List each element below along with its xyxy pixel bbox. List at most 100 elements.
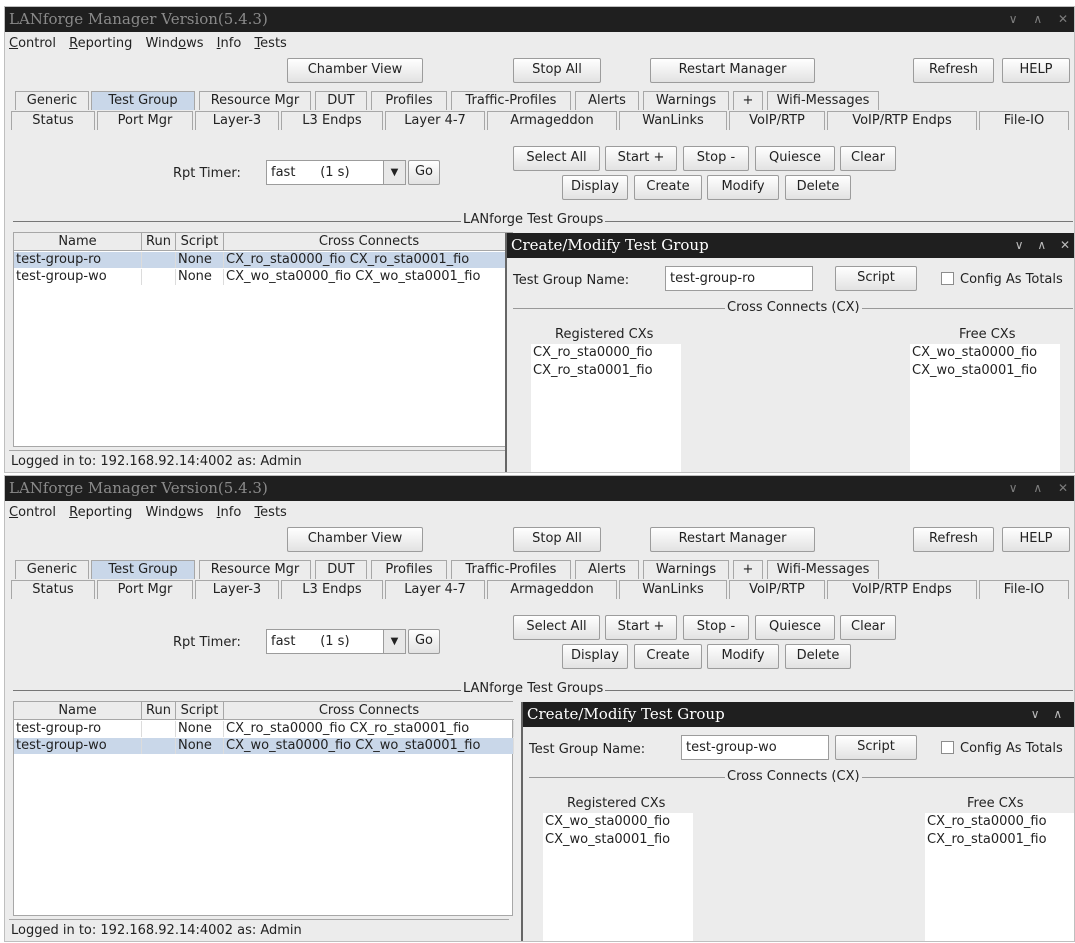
start-button[interactable]: Start + bbox=[605, 615, 677, 640]
display-button[interactable]: Display bbox=[562, 644, 628, 669]
tab-status[interactable]: Status bbox=[11, 580, 95, 599]
menu-windows[interactable]: Windows bbox=[145, 505, 203, 520]
tab-traffic-profiles[interactable]: Traffic-Profiles bbox=[451, 91, 571, 110]
tab-warnings[interactable]: Warnings bbox=[643, 91, 729, 110]
menu-reporting[interactable]: Reporting bbox=[69, 505, 132, 520]
col-header-script[interactable]: Script bbox=[176, 233, 224, 251]
quiesce-button[interactable]: Quiesce bbox=[755, 146, 835, 171]
tab-alerts[interactable]: Alerts bbox=[575, 560, 639, 579]
close-icon[interactable]: ✕ bbox=[1058, 481, 1068, 495]
create-button[interactable]: Create bbox=[634, 644, 702, 669]
tab-profiles[interactable]: Profiles bbox=[371, 560, 447, 579]
modify-button[interactable]: Modify bbox=[707, 175, 779, 200]
list-item[interactable]: CX_ro_sta0000_fio bbox=[531, 344, 681, 362]
maximize-icon[interactable]: ∧ bbox=[1037, 238, 1046, 252]
maximize-icon[interactable]: ∧ bbox=[1053, 707, 1062, 721]
stop-button[interactable]: Stop - bbox=[683, 615, 749, 640]
test-group-name-input[interactable]: test-group-ro bbox=[665, 266, 813, 291]
menu-reporting[interactable]: Reporting bbox=[69, 36, 132, 51]
tab-wanlinks[interactable]: WanLinks bbox=[619, 580, 727, 599]
free-cxs-list[interactable]: CX_ro_sta0000_fio CX_ro_sta0001_fio bbox=[925, 813, 1074, 941]
refresh-button[interactable]: Refresh bbox=[913, 58, 994, 83]
menu-info[interactable]: Info bbox=[217, 505, 242, 520]
list-item[interactable]: CX_ro_sta0001_fio bbox=[531, 362, 681, 380]
tab-layer-4-7[interactable]: Layer 4-7 bbox=[385, 580, 485, 599]
start-button[interactable]: Start + bbox=[605, 146, 677, 171]
script-button[interactable]: Script bbox=[835, 266, 917, 291]
tab-resource-mgr[interactable]: Resource Mgr bbox=[199, 560, 311, 579]
list-item[interactable]: CX_ro_sta0001_fio bbox=[925, 831, 1074, 849]
tab-armageddon[interactable]: Armageddon bbox=[487, 111, 617, 130]
tab-layer-3[interactable]: Layer-3 bbox=[195, 580, 279, 599]
list-item[interactable]: CX_ro_sta0000_fio bbox=[925, 813, 1074, 831]
tab-l3-endps[interactable]: L3 Endps bbox=[281, 111, 383, 130]
menu-info[interactable]: Info bbox=[217, 36, 242, 51]
tab-dut[interactable]: DUT bbox=[315, 560, 367, 579]
clear-button[interactable]: Clear bbox=[840, 615, 896, 640]
tab-voip-rtp-endps[interactable]: VoIP/RTP Endps bbox=[827, 111, 977, 130]
list-item[interactable]: CX_wo_sta0001_fio bbox=[910, 362, 1060, 380]
menu-control[interactable]: Control bbox=[9, 36, 56, 51]
tab-generic[interactable]: Generic bbox=[15, 91, 89, 110]
menu-tests[interactable]: Tests bbox=[254, 505, 286, 520]
close-icon[interactable]: ✕ bbox=[1060, 238, 1070, 252]
clear-button[interactable]: Clear bbox=[840, 146, 896, 171]
refresh-button[interactable]: Refresh bbox=[913, 527, 994, 552]
restart-manager-button[interactable]: Restart Manager bbox=[650, 527, 815, 552]
col-header-cross-connects[interactable]: Cross Connects bbox=[224, 233, 514, 251]
tab-generic[interactable]: Generic bbox=[15, 560, 89, 579]
close-icon[interactable]: ✕ bbox=[1058, 12, 1068, 26]
minimize-icon[interactable]: ∨ bbox=[1031, 707, 1040, 721]
dropdown-arrow-icon[interactable]: ▼ bbox=[383, 161, 405, 184]
rpt-timer-select[interactable]: fast (1 s) ▼ bbox=[266, 160, 406, 185]
tab-wifi-messages[interactable]: Wifi-Messages bbox=[767, 560, 879, 579]
script-button[interactable]: Script bbox=[835, 735, 917, 760]
registered-cxs-list[interactable]: CX_wo_sta0000_fio CX_wo_sta0001_fio bbox=[543, 813, 693, 941]
tab-alerts[interactable]: Alerts bbox=[575, 91, 639, 110]
tab-port-mgr[interactable]: Port Mgr bbox=[97, 111, 193, 130]
stop-all-button[interactable]: Stop All bbox=[513, 527, 601, 552]
go-button[interactable]: Go bbox=[408, 160, 440, 185]
tab-layer-3[interactable]: Layer-3 bbox=[195, 111, 279, 130]
tab-plus[interactable]: + bbox=[733, 91, 763, 110]
list-item[interactable]: CX_wo_sta0001_fio bbox=[543, 831, 693, 849]
create-button[interactable]: Create bbox=[634, 175, 702, 200]
restart-manager-button[interactable]: Restart Manager bbox=[650, 58, 815, 83]
tab-resource-mgr[interactable]: Resource Mgr bbox=[199, 91, 311, 110]
registered-cxs-list[interactable]: CX_ro_sta0000_fio CX_ro_sta0001_fio bbox=[531, 344, 681, 472]
table-row[interactable]: test-group-wo None CX_wo_sta0000_fio CX_… bbox=[14, 738, 514, 754]
stop-button[interactable]: Stop - bbox=[683, 146, 749, 171]
checkbox-box[interactable] bbox=[941, 272, 954, 285]
rpt-timer-select[interactable]: fast (1 s) ▼ bbox=[266, 629, 406, 654]
test-group-name-input[interactable]: test-group-wo bbox=[681, 735, 829, 760]
quiesce-button[interactable]: Quiesce bbox=[755, 615, 835, 640]
chamber-view-button[interactable]: Chamber View bbox=[287, 527, 423, 552]
help-button[interactable]: HELP bbox=[1002, 527, 1070, 552]
tab-warnings[interactable]: Warnings bbox=[643, 560, 729, 579]
tab-file-io[interactable]: File-IO bbox=[979, 580, 1069, 599]
help-button[interactable]: HELP bbox=[1002, 58, 1070, 83]
stop-all-button[interactable]: Stop All bbox=[513, 58, 601, 83]
tab-wanlinks[interactable]: WanLinks bbox=[619, 111, 727, 130]
dropdown-arrow-icon[interactable]: ▼ bbox=[383, 630, 405, 653]
list-item[interactable]: CX_wo_sta0000_fio bbox=[910, 344, 1060, 362]
display-button[interactable]: Display bbox=[562, 175, 628, 200]
tab-file-io[interactable]: File-IO bbox=[979, 111, 1069, 130]
col-header-name[interactable]: Name bbox=[14, 233, 142, 251]
minimize-icon[interactable]: ∨ bbox=[1009, 481, 1018, 495]
minimize-icon[interactable]: ∨ bbox=[1015, 238, 1024, 252]
tab-traffic-profiles[interactable]: Traffic-Profiles bbox=[451, 560, 571, 579]
menu-control[interactable]: Control bbox=[9, 505, 56, 520]
config-as-totals-checkbox[interactable]: Config As Totals bbox=[941, 272, 1063, 287]
modify-button[interactable]: Modify bbox=[707, 644, 779, 669]
delete-button[interactable]: Delete bbox=[785, 644, 851, 669]
tab-test-group[interactable]: Test Group bbox=[91, 560, 195, 579]
col-header-name[interactable]: Name bbox=[14, 702, 142, 720]
tab-voip-rtp[interactable]: VoIP/RTP bbox=[729, 580, 825, 599]
menu-tests[interactable]: Tests bbox=[254, 36, 286, 51]
table-row[interactable]: test-group-wo None CX_wo_sta0000_fio CX_… bbox=[14, 269, 514, 285]
checkbox-box[interactable] bbox=[941, 741, 954, 754]
chamber-view-button[interactable]: Chamber View bbox=[287, 58, 423, 83]
tab-l3-endps[interactable]: L3 Endps bbox=[281, 580, 383, 599]
tab-dut[interactable]: DUT bbox=[315, 91, 367, 110]
